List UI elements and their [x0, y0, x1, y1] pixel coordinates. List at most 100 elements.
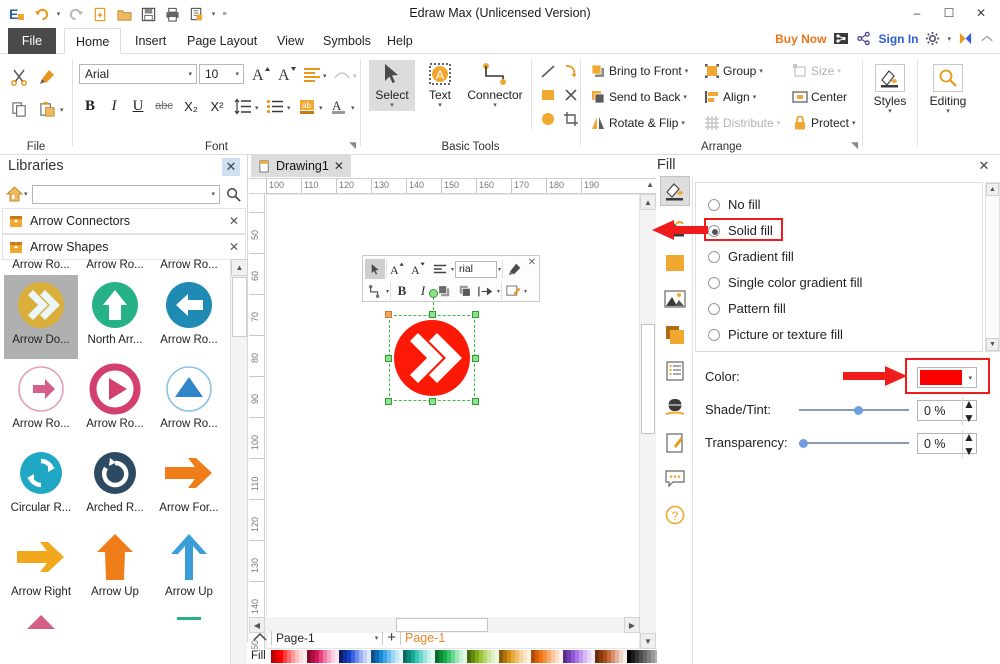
format-painter-icon[interactable]: [34, 64, 60, 90]
select-tool-icon[interactable]: [365, 259, 385, 279]
shape-panel-icon[interactable]: [660, 248, 690, 278]
distribute-button[interactable]: Distribute ▾: [701, 114, 783, 132]
shade-tint-slider[interactable]: [799, 403, 909, 417]
layers-panel-icon[interactable]: [660, 320, 690, 350]
font-dialog-launcher[interactable]: ◥: [349, 140, 356, 151]
document-tab-drawing1[interactable]: Drawing1 ✕: [251, 155, 351, 177]
page-dropdown-caret[interactable]: ▾: [375, 634, 379, 642]
canvas-vertical-scrollbar[interactable]: ▲ ▼: [640, 194, 656, 649]
shape-item-arrow-double-chevron[interactable]: Arrow Do...: [4, 275, 78, 359]
shrink-font-icon[interactable]: A: [409, 259, 429, 279]
shape-item-arrow-triangle-ring[interactable]: Arrow Ro...: [152, 359, 226, 443]
fill-option-gradient-fill[interactable]: Gradient fill: [708, 249, 794, 264]
line-spacing-icon[interactable]: [231, 94, 255, 118]
category-close-icon[interactable]: ✕: [229, 240, 239, 254]
cross-tool-icon[interactable]: [560, 84, 582, 106]
tab-symbols[interactable]: Symbols: [312, 28, 382, 54]
tab-help[interactable]: Help: [376, 28, 424, 54]
chevron-down-icon[interactable]: ▾: [968, 374, 972, 382]
radio-no-fill[interactable]: [708, 198, 720, 211]
paste-icon[interactable]: [34, 96, 60, 122]
scrollbar-thumb[interactable]: [641, 324, 655, 434]
rotation-handle[interactable]: [429, 289, 438, 298]
chevron-down-icon[interactable]: ▾: [230, 70, 239, 78]
comment-panel-icon[interactable]: [660, 464, 690, 494]
chevron-down-icon[interactable]: ▾: [753, 93, 757, 101]
align-dropdown-caret[interactable]: ▾: [323, 72, 327, 80]
fill-panel-close-icon[interactable]: ✕: [975, 157, 993, 175]
library-scrollbar[interactable]: ▲ ▼: [230, 259, 248, 664]
resize-handle-sw[interactable]: [385, 398, 392, 405]
resize-handle-nw[interactable]: [385, 311, 392, 318]
bullet-dropdown-caret[interactable]: ▾: [287, 104, 291, 112]
add-page-button[interactable]: +: [387, 630, 396, 645]
tab-view[interactable]: View: [266, 28, 315, 54]
minimize-button[interactable]: –: [902, 2, 932, 24]
chevron-down-icon[interactable]: ▾: [183, 70, 192, 78]
tab-insert[interactable]: Insert: [124, 28, 177, 54]
resize-handle-se[interactable]: [472, 398, 479, 405]
bullet-list-icon[interactable]: [263, 94, 287, 118]
cut-icon[interactable]: [6, 64, 32, 90]
radio-pattern-fill[interactable]: [708, 302, 720, 315]
highlight-dropdown-caret[interactable]: ▾: [319, 104, 323, 112]
curved-text-icon[interactable]: [331, 62, 353, 86]
select-dropdown-caret[interactable]: ▾: [390, 102, 394, 109]
font-dropdown-caret[interactable]: ▾: [498, 266, 501, 273]
font-size-select[interactable]: 10 ▾: [199, 64, 244, 84]
text-dropdown-caret[interactable]: ▾: [438, 102, 442, 109]
maximize-button[interactable]: ☐: [934, 2, 964, 24]
scroll-up-arrow-icon[interactable]: ▲: [231, 259, 248, 276]
resize-handle-s[interactable]: [429, 398, 436, 405]
cloud-icon[interactable]: [833, 31, 849, 46]
spacing-dropdown-caret[interactable]: ▾: [255, 104, 259, 112]
resize-handle-ne[interactable]: [472, 311, 479, 318]
page-select[interactable]: Page-1: [271, 631, 315, 645]
radio-picture-or-texture-fill[interactable]: [708, 328, 720, 341]
mini-font-select[interactable]: rial: [455, 260, 498, 278]
grow-font-icon[interactable]: A: [388, 259, 408, 279]
center-button[interactable]: Center: [789, 88, 850, 106]
scroll-up-arrow-icon[interactable]: ▲: [986, 183, 999, 196]
chevron-down-icon[interactable]: ▾: [211, 190, 215, 198]
chevron-down-icon[interactable]: ▾: [683, 93, 687, 101]
fill-panel-scrollbar[interactable]: ▲ ▼: [985, 182, 1000, 352]
home-dropdown-caret[interactable]: ▾: [24, 190, 28, 198]
ruler-scroll-up-icon[interactable]: ▲: [646, 180, 654, 189]
text-align-icon[interactable]: [301, 62, 323, 86]
close-button[interactable]: ✕: [966, 2, 996, 24]
font-family-select[interactable]: Arial ▾: [79, 64, 197, 84]
shape-item-arrow-up-blue[interactable]: Arrow Up: [152, 527, 226, 611]
line-tool-icon[interactable]: [537, 60, 559, 82]
vertical-ruler[interactable]: 50 60 70 80 90 100 110 120 130 140 150: [249, 194, 265, 649]
apps-icon[interactable]: [958, 31, 973, 46]
italic-button[interactable]: I: [103, 94, 125, 118]
connector-dropdown-caret[interactable]: ▾: [386, 288, 389, 295]
list-panel-icon[interactable]: [660, 356, 690, 386]
slider-knob[interactable]: [854, 406, 863, 415]
fill-option-solid-fill[interactable]: Solid fill: [708, 223, 773, 238]
shape-item-arrow-right[interactable]: Arrow Right: [4, 527, 78, 611]
drawing-canvas[interactable]: A A ▾ rial ▾ ▾ B I ▾ ▾ ✕: [266, 194, 640, 649]
scroll-up-arrow-icon[interactable]: ▲: [640, 194, 656, 210]
grow-font-icon[interactable]: A: [249, 62, 273, 86]
shape-item-arrow-forward[interactable]: Arrow For...: [152, 443, 226, 527]
globe-panel-icon[interactable]: [660, 392, 690, 422]
shade-tint-spinner[interactable]: 0 % ▲ ▼: [917, 396, 977, 425]
protect-button[interactable]: Protect ▾: [789, 114, 859, 132]
rotate-flip-button[interactable]: Rotate & Flip ▾: [587, 114, 688, 132]
chevron-up-icon[interactable]: [253, 632, 267, 645]
chevron-down-icon[interactable]: ▾: [837, 67, 841, 75]
shape-item-circular-refresh[interactable]: Circular R...: [4, 443, 78, 527]
spinner-down-icon[interactable]: ▼: [963, 411, 976, 425]
fill-option-no-fill[interactable]: No fill: [708, 197, 761, 212]
distribute-dropdown-caret[interactable]: ▾: [497, 288, 500, 295]
search-icon[interactable]: [224, 185, 242, 203]
help-panel-icon[interactable]: ?: [660, 500, 690, 530]
share-icon[interactable]: [856, 31, 871, 46]
library-category-arrow-connectors[interactable]: Arrow Connectors ✕: [2, 208, 246, 234]
radio-single-color-gradient-fill[interactable]: [708, 276, 720, 289]
shrink-font-icon[interactable]: A: [275, 62, 299, 86]
font-color-icon[interactable]: A: [327, 94, 351, 118]
chevron-down-icon[interactable]: ▾: [759, 67, 763, 75]
